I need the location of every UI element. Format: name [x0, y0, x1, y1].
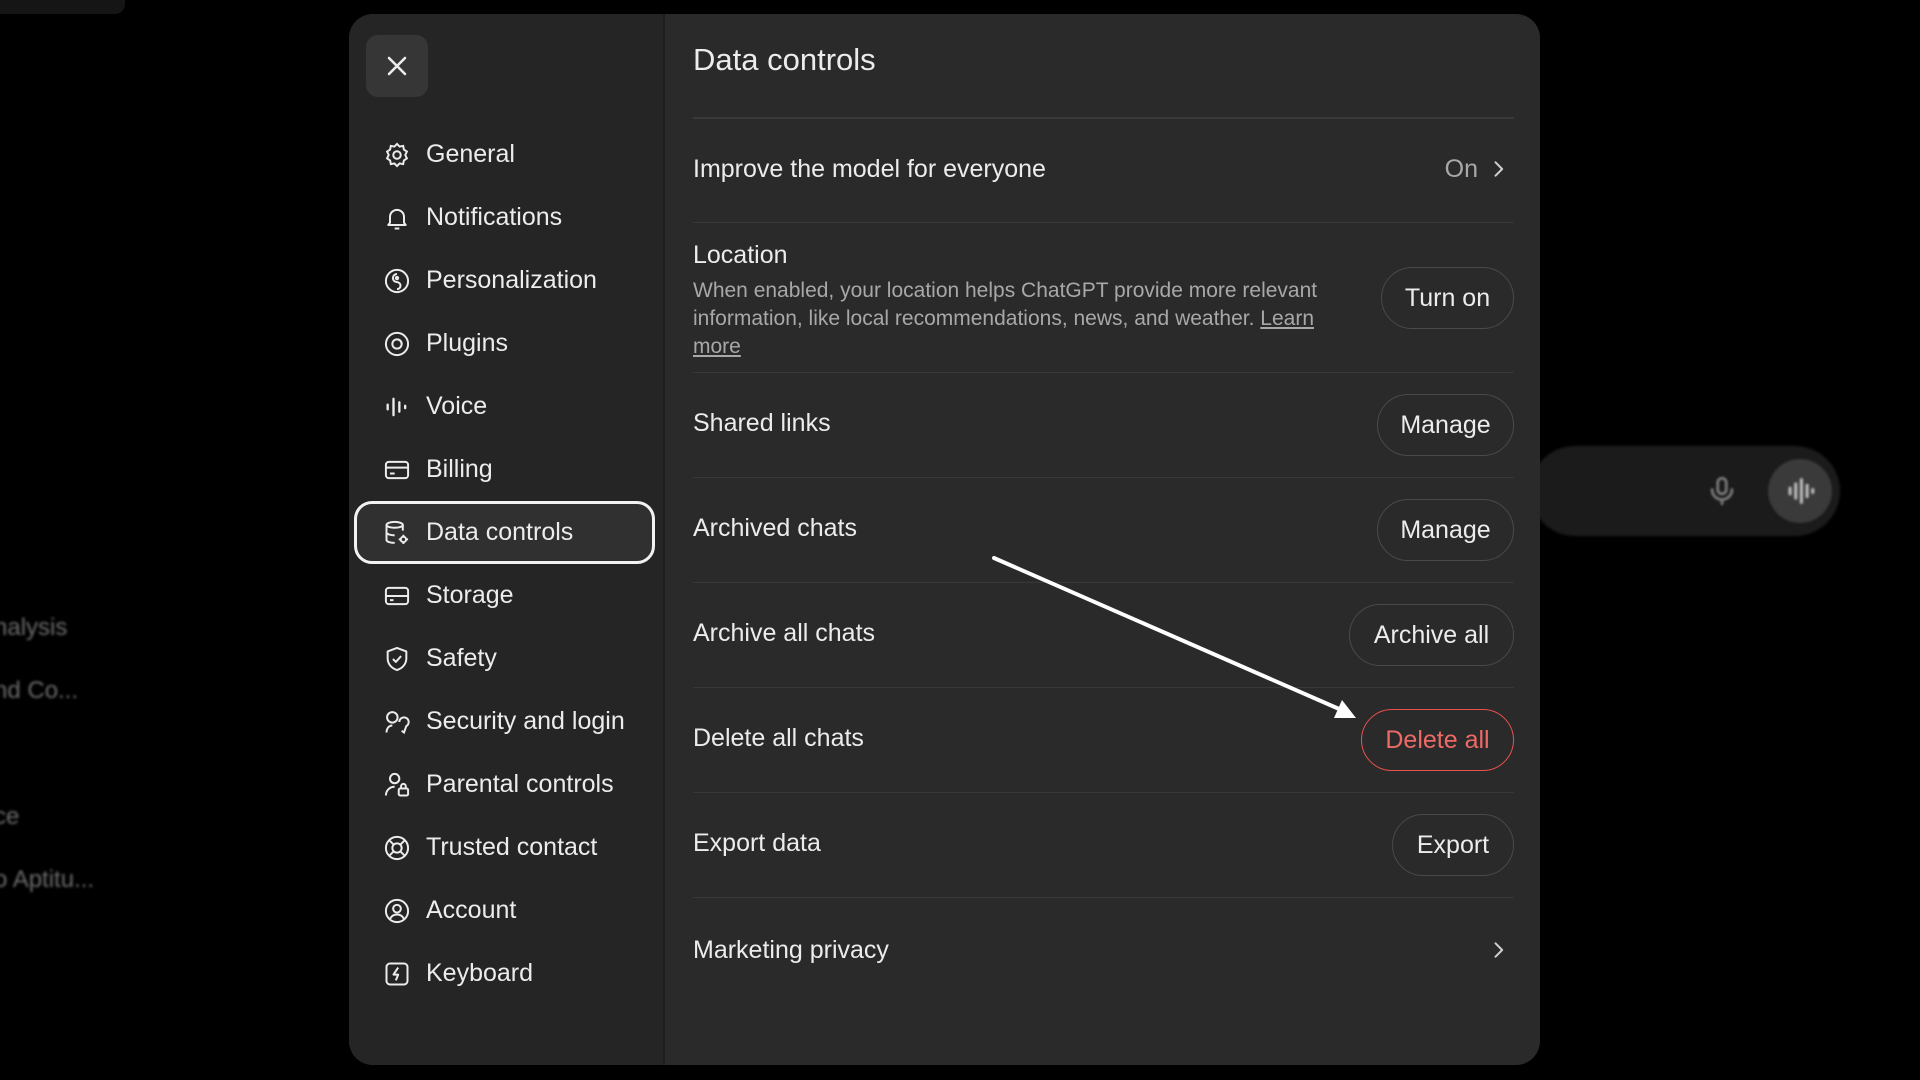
nav-item-security-and-login[interactable]: Security and login — [354, 690, 655, 753]
location-description-text: When enabled, your location helps ChatGP… — [693, 279, 1318, 330]
settings-sidebar: General Notifications Personalization Pl… — [349, 14, 665, 1065]
nav-label: Billing — [426, 455, 493, 483]
chevron-right-icon — [1494, 161, 1504, 177]
voice-mode-icon — [1768, 459, 1832, 523]
nav-item-billing[interactable]: Billing — [354, 438, 655, 501]
nav-item-trusted-contact[interactable]: Trusted contact — [354, 816, 655, 879]
nav-label: General — [426, 140, 515, 168]
nav-item-storage[interactable]: Storage — [354, 564, 655, 627]
export-button[interactable]: Export — [1392, 814, 1514, 876]
account-icon — [382, 896, 412, 926]
nav-item-parental-controls[interactable]: Parental controls — [354, 753, 655, 816]
nav-label: Trusted contact — [426, 833, 598, 861]
background-sidebar: nalysis nd Co... ce o Aptitu... — [0, 0, 350, 1080]
database-gear-icon — [382, 518, 412, 548]
voice-waveform-icon — [382, 392, 412, 422]
close-icon — [387, 56, 407, 76]
export-data-row: Export data Export — [693, 793, 1514, 898]
nav-item-plugins[interactable]: Plugins — [354, 312, 655, 375]
improve-model-label: Improve the model for everyone — [693, 155, 1046, 183]
nav-label: Safety — [426, 644, 497, 672]
data-controls-panel: Data controls Improve the model for ever… — [693, 14, 1514, 1065]
nav-label: Storage — [426, 581, 514, 609]
background-chat-item: nd Co... — [0, 677, 79, 704]
nav-item-general[interactable]: General — [354, 123, 655, 186]
nav-item-personalization[interactable]: Personalization — [354, 249, 655, 312]
parental-icon — [382, 770, 412, 800]
shared-links-row: Shared links Manage — [693, 373, 1514, 478]
shield-icon — [382, 644, 412, 674]
archive-all-button[interactable]: Archive all — [1349, 604, 1514, 666]
nav-label: Data controls — [426, 518, 574, 546]
marketing-privacy-row[interactable]: Marketing privacy — [693, 898, 1514, 1003]
background-chat-item: ce — [0, 803, 20, 830]
nav-item-keyboard[interactable]: Keyboard — [354, 942, 655, 1005]
nav-label: Plugins — [426, 329, 508, 357]
delete-all-label: Delete all chats — [693, 724, 864, 752]
delete-all-row: Delete all chats Delete all — [693, 688, 1514, 793]
location-label: Location — [693, 241, 788, 269]
background-chat-item: o Aptitu... — [0, 866, 95, 893]
nav-label: Account — [426, 896, 517, 924]
nav-item-voice[interactable]: Voice — [354, 375, 655, 438]
location-row: Location When enabled, your location hel… — [693, 223, 1514, 373]
nav-item-safety[interactable]: Safety — [354, 627, 655, 690]
gear-icon — [382, 140, 412, 170]
plugins-icon — [382, 329, 412, 359]
turn-on-location-button[interactable]: Turn on — [1381, 267, 1514, 329]
improve-model-row[interactable]: Improve the model for everyone On — [693, 119, 1514, 223]
archive-all-row: Archive all chats Archive all — [693, 583, 1514, 688]
personalization-icon — [382, 266, 412, 296]
nav-item-notifications[interactable]: Notifications — [354, 186, 655, 249]
manage-shared-links-button[interactable]: Manage — [1377, 394, 1514, 456]
chevron-right-icon — [1494, 942, 1504, 958]
page-title: Data controls — [693, 42, 876, 77]
improve-model-value: On — [1444, 155, 1478, 183]
nav-item-data-controls[interactable]: Data controls — [354, 501, 655, 564]
delete-all-button[interactable]: Delete all — [1361, 709, 1514, 771]
nav-label: Notifications — [426, 203, 563, 231]
archived-chats-label: Archived chats — [693, 514, 857, 542]
marketing-privacy-label: Marketing privacy — [693, 936, 889, 964]
bell-icon — [382, 203, 412, 233]
nav-label: Parental controls — [426, 770, 614, 798]
export-data-label: Export data — [693, 829, 821, 857]
archive-all-label: Archive all chats — [693, 619, 876, 647]
shared-links-label: Shared links — [693, 409, 831, 437]
nav-item-account[interactable]: Account — [354, 879, 655, 942]
manage-archived-chats-button[interactable]: Manage — [1377, 499, 1514, 561]
background-chat-item: nalysis — [0, 614, 68, 641]
security-icon — [382, 707, 412, 737]
nav-label: Personalization — [426, 266, 597, 294]
nav-label: Voice — [426, 392, 488, 420]
microphone-icon — [1705, 474, 1739, 508]
lifebuoy-icon — [382, 833, 412, 863]
close-button[interactable] — [366, 35, 428, 97]
settings-modal: General Notifications Personalization Pl… — [349, 14, 1540, 1065]
credit-card-icon — [382, 455, 412, 485]
storage-icon — [382, 581, 412, 611]
nav-label: Security and login — [426, 707, 625, 735]
archived-chats-row: Archived chats Manage — [693, 478, 1514, 583]
keyboard-icon — [382, 959, 412, 989]
nav-label: Keyboard — [426, 959, 534, 987]
background-topbar — [0, 0, 125, 14]
location-description: When enabled, your location helps ChatGP… — [693, 277, 1353, 361]
settings-nav: General Notifications Personalization Pl… — [354, 123, 655, 1005]
